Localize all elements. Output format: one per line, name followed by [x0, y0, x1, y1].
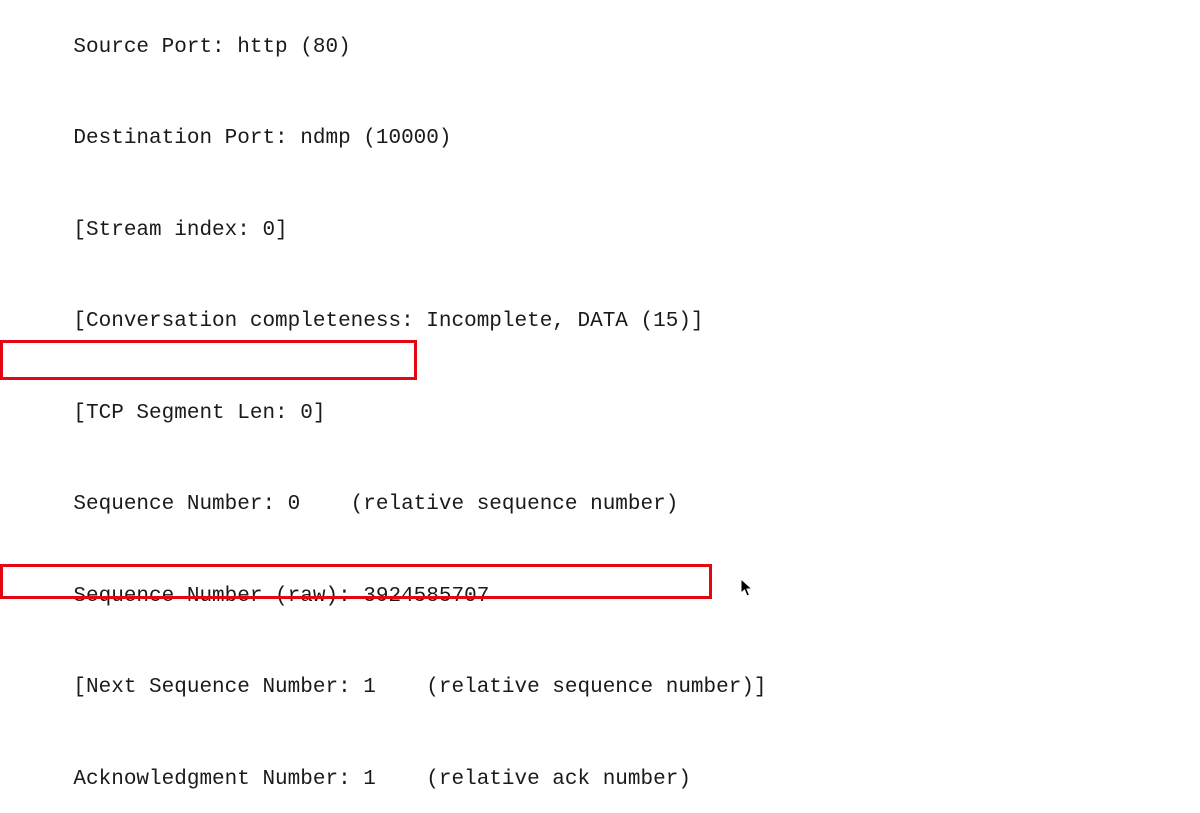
expand-icon: · [57, 33, 73, 64]
expand-icon: · [57, 582, 73, 613]
field-text: Sequence Number (raw): 3924585707 [73, 585, 489, 608]
expand-icon: · [57, 399, 73, 430]
expand-icon: · [57, 673, 73, 704]
field-text: [TCP Segment Len: 0] [73, 402, 325, 425]
expand-icon: · [57, 765, 73, 796]
field-sequence-number-raw[interactable]: ·Sequence Number (raw): 3924585707 [0, 551, 1200, 643]
field-text: [Conversation completeness: Incomplete, … [73, 310, 703, 333]
field-text: Source Port: http (80) [73, 36, 350, 59]
field-text: Acknowledgment Number: 1 (relative ack n… [73, 768, 691, 791]
field-next-sequence-number[interactable]: ·[Next Sequence Number: 1 (relative sequ… [0, 643, 1200, 735]
expand-icon: · [57, 216, 73, 247]
expand-icon: · [57, 490, 73, 521]
field-sequence-number[interactable]: ·Sequence Number: 0 (relative sequence n… [0, 460, 1200, 552]
field-stream-index[interactable]: ·[Stream index: 0] [0, 185, 1200, 277]
field-source-port[interactable]: ·Source Port: http (80) [0, 2, 1200, 94]
field-tcp-segment-len[interactable]: ·[TCP Segment Len: 0] [0, 368, 1200, 460]
field-acknowledgment-number[interactable]: ·Acknowledgment Number: 1 (relative ack … [0, 734, 1200, 813]
field-conversation-completeness[interactable]: ·[Conversation completeness: Incomplete,… [0, 277, 1200, 369]
field-text: Destination Port: ndmp (10000) [73, 127, 451, 150]
expand-icon: · [57, 307, 73, 338]
field-text: [Next Sequence Number: 1 (relative seque… [73, 676, 766, 699]
field-text: Sequence Number: 0 (relative sequence nu… [73, 493, 678, 516]
expand-icon: · [57, 124, 73, 155]
field-text: [Stream index: 0] [73, 219, 287, 242]
field-destination-port[interactable]: ·Destination Port: ndmp (10000) [0, 94, 1200, 186]
packet-details-tree[interactable]: ·Source Port: http (80) ·Destination Por… [0, 0, 1200, 813]
